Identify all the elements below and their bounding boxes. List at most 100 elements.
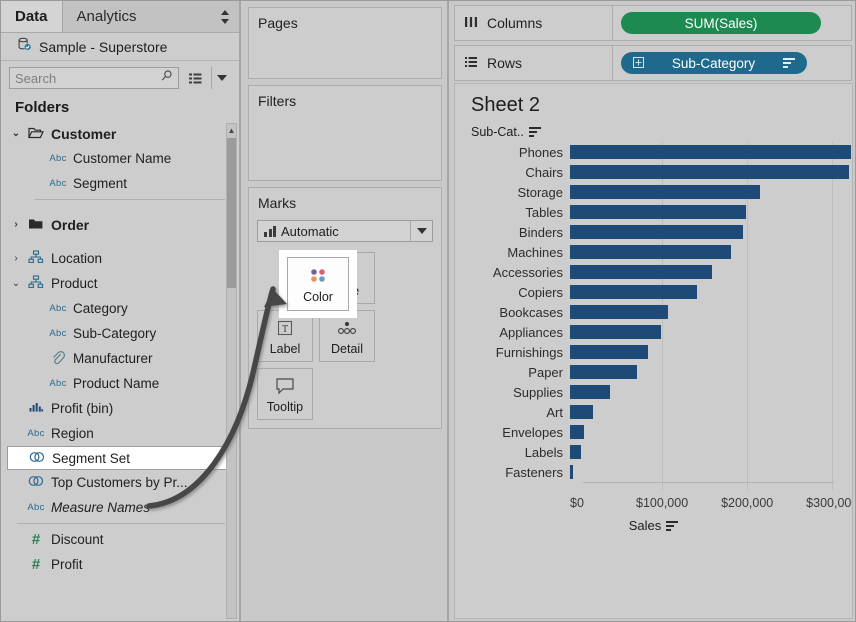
color-button[interactable]: Color: [287, 257, 349, 311]
bar-mark[interactable]: [570, 225, 744, 239]
bar-category-label[interactable]: Storage: [461, 185, 570, 200]
tree-item-manufacturer[interactable]: Manufacturer: [1, 346, 239, 371]
bar-mark[interactable]: [570, 425, 585, 439]
tree-item-segment-set[interactable]: Segment Set: [7, 446, 231, 470]
bar-mark[interactable]: [570, 385, 610, 399]
bar-category-label[interactable]: Tables: [461, 205, 570, 220]
tab-analytics[interactable]: Analytics: [63, 1, 151, 32]
bar-row[interactable]: Fasteners: [461, 462, 852, 482]
bar-category-label[interactable]: Furnishings: [461, 345, 570, 360]
bar-mark[interactable]: [570, 185, 761, 199]
chevron-up-icon[interactable]: ▲: [227, 124, 236, 136]
bar-category-label[interactable]: Art: [461, 405, 570, 420]
bar-mark[interactable]: [570, 305, 668, 319]
bar-mark[interactable]: [570, 365, 637, 379]
filters-card[interactable]: Filters: [248, 85, 442, 181]
rows-shelf[interactable]: Rows Sub-Category: [454, 45, 852, 81]
bar-mark[interactable]: [570, 345, 649, 359]
bar-mark[interactable]: [570, 145, 851, 159]
bar-row[interactable]: Furnishings: [461, 342, 852, 362]
bar-category-label[interactable]: Binders: [461, 225, 570, 240]
chevron-down-icon[interactable]: [410, 221, 432, 241]
bar-mark[interactable]: [570, 405, 594, 419]
bar-category-label[interactable]: Bookcases: [461, 305, 570, 320]
tree-item-category[interactable]: Abc Category: [1, 296, 239, 321]
tree-item-customer-name[interactable]: Abc Customer Name: [1, 146, 239, 171]
bar-category-label[interactable]: Chairs: [461, 165, 570, 180]
bar-mark[interactable]: [570, 285, 698, 299]
tree-item-product[interactable]: ⌄ Product: [1, 271, 239, 296]
tree-item-measure-names[interactable]: Abc Measure Names: [1, 495, 239, 520]
chevron-right-icon[interactable]: ›: [9, 253, 23, 264]
tree-scrollbar[interactable]: ▲: [226, 123, 237, 619]
bar-row[interactable]: Binders: [461, 222, 852, 242]
tree-item-customer[interactable]: ⌄ Customer: [1, 121, 239, 146]
bar-category-label[interactable]: Machines: [461, 245, 570, 260]
bar-row[interactable]: Machines: [461, 242, 852, 262]
bar-category-label[interactable]: Fasteners: [461, 465, 570, 480]
bar-category-label[interactable]: Appliances: [461, 325, 570, 340]
bar-category-label[interactable]: Supplies: [461, 385, 570, 400]
tree-item-profit[interactable]: # Profit: [1, 552, 239, 577]
bar-mark[interactable]: [570, 245, 731, 259]
datasource-item[interactable]: Sample - Superstore: [1, 33, 239, 61]
expand-plus-icon[interactable]: [633, 56, 644, 71]
bar-row[interactable]: Phones: [461, 142, 852, 162]
sort-descending-icon[interactable]: [528, 127, 541, 137]
bar-row[interactable]: Chairs: [461, 162, 852, 182]
bar-row[interactable]: Bookcases: [461, 302, 852, 322]
chevron-right-icon[interactable]: ›: [9, 219, 23, 230]
chevron-down-icon[interactable]: ⌄: [9, 278, 23, 289]
bar-row[interactable]: Copiers: [461, 282, 852, 302]
tree-item-location[interactable]: › Location: [1, 246, 239, 271]
bar-mark[interactable]: [570, 465, 573, 479]
search-input[interactable]: Search: [9, 67, 179, 89]
bar-category-label[interactable]: Labels: [461, 445, 570, 460]
bar-row[interactable]: Storage: [461, 182, 852, 202]
tree-item-order[interactable]: › Order: [1, 212, 239, 237]
tree-item-discount[interactable]: # Discount: [1, 527, 239, 552]
bar-mark[interactable]: [570, 165, 850, 179]
tree-item-sub-category[interactable]: Abc Sub-Category: [1, 321, 239, 346]
bar-row[interactable]: Paper: [461, 362, 852, 382]
row-field-header[interactable]: Sub-Cat..: [455, 119, 852, 142]
mark-type-dropdown[interactable]: Automatic: [257, 220, 433, 242]
pill-sub-category[interactable]: Sub-Category: [621, 52, 807, 74]
bar-category-label[interactable]: Copiers: [461, 285, 570, 300]
bar-row[interactable]: Accessories: [461, 262, 852, 282]
bar-category-label[interactable]: Accessories: [461, 265, 570, 280]
bar-row[interactable]: Envelopes: [461, 422, 852, 442]
pill-sum-sales[interactable]: SUM(Sales): [621, 12, 821, 34]
up-down-spinner-icon[interactable]: [219, 10, 231, 24]
columns-shelf[interactable]: Columns SUM(Sales): [454, 5, 852, 41]
bar-mark[interactable]: [570, 445, 581, 459]
bar-category-label[interactable]: Envelopes: [461, 425, 570, 440]
tree-item-segment[interactable]: Abc Segment: [1, 171, 239, 196]
tree-item-region[interactable]: Abc Region: [1, 421, 239, 446]
bar-mark[interactable]: [570, 205, 747, 219]
tree-item-product-name[interactable]: Abc Product Name: [1, 371, 239, 396]
bar-mark[interactable]: [570, 325, 662, 339]
tree-item-top-customers-by-pr[interactable]: Top Customers by Pr...: [1, 470, 239, 495]
sort-descending-icon[interactable]: [666, 520, 679, 531]
bar-row[interactable]: Labels: [461, 442, 852, 462]
bar-row[interactable]: Appliances: [461, 322, 852, 342]
sort-descending-icon[interactable]: [783, 58, 795, 68]
chevron-down-icon[interactable]: [211, 67, 231, 89]
scrollbar-thumb[interactable]: [227, 138, 236, 288]
x-axis-title[interactable]: Sales: [455, 518, 852, 533]
tree-item-profit-bin[interactable]: Profit (bin): [1, 396, 239, 421]
bar-row[interactable]: Art: [461, 402, 852, 422]
tree-item-icon: [23, 217, 49, 233]
chevron-down-icon[interactable]: ⌄: [9, 128, 23, 139]
pages-card[interactable]: Pages: [248, 7, 442, 79]
bar-track: [570, 202, 852, 222]
tab-data[interactable]: Data: [1, 1, 63, 32]
grid-view-icon[interactable]: [185, 67, 205, 89]
bar-row[interactable]: Tables: [461, 202, 852, 222]
bar-category-label[interactable]: Paper: [461, 365, 570, 380]
bar-category-label[interactable]: Phones: [461, 145, 570, 160]
tooltip-button[interactable]: Tooltip: [257, 368, 313, 420]
bar-mark[interactable]: [570, 265, 713, 279]
bar-row[interactable]: Supplies: [461, 382, 852, 402]
